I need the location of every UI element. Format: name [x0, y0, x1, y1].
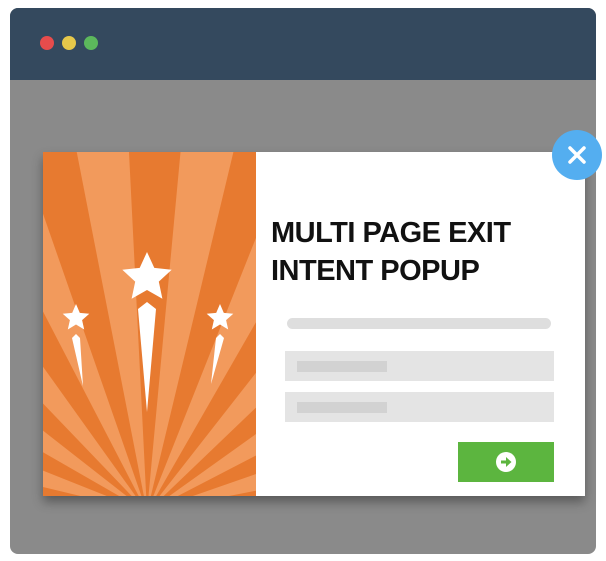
submit-button[interactable] — [458, 442, 554, 482]
hero-panel — [43, 152, 256, 496]
close-button[interactable] — [552, 130, 602, 180]
exit-intent-popup: MULTI PAGE EXIT INTENT POPUP — [43, 152, 585, 496]
minimize-dot[interactable] — [62, 36, 76, 50]
name-input[interactable] — [285, 351, 554, 381]
browser-title-bar — [10, 8, 596, 80]
arrow-right-icon — [496, 452, 516, 472]
input-placeholder-bar — [297, 402, 387, 413]
popup-title: MULTI PAGE EXIT INTENT POPUP — [271, 217, 511, 287]
close-icon — [568, 146, 586, 164]
popup-content: MULTI PAGE EXIT INTENT POPUP — [256, 152, 585, 496]
maximize-dot[interactable] — [84, 36, 98, 50]
close-dot[interactable] — [40, 36, 54, 50]
shooting-stars-icon — [43, 152, 256, 496]
input-placeholder-bar — [297, 361, 387, 372]
description-placeholder-line — [287, 318, 551, 329]
email-input[interactable] — [285, 392, 554, 422]
illustration-stage: MULTI PAGE EXIT INTENT POPUP — [0, 0, 606, 561]
